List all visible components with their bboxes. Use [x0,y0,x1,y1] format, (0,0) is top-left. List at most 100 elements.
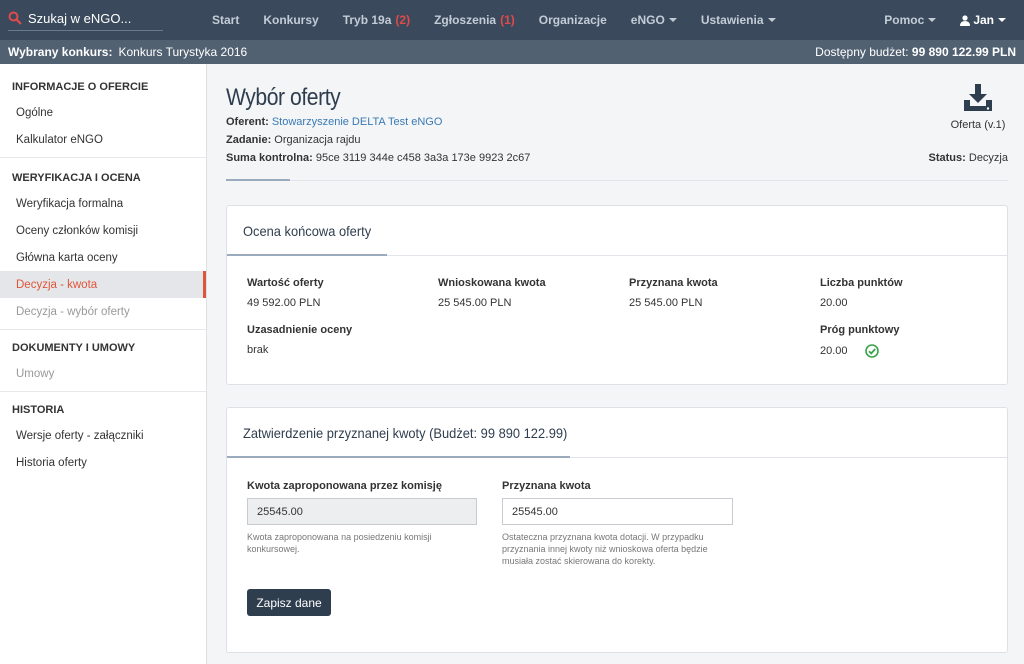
nav-count-badge: (2) [395,13,411,27]
main-content: Wybór oferty Oferent: Stowarzyszenie DEL… [207,64,1024,664]
nav-zgloszenia[interactable]: Zgłoszenia (1) [422,0,527,40]
points-value: 20.00 [820,297,848,309]
granted-amount-input[interactable] [502,498,733,525]
justification-label: Uzasadnienie oceny [247,324,353,336]
budget-info: Dostępny budżet: 99 890 122.99 PLN [815,45,1016,59]
nav-konkursy[interactable]: Konkursy [251,0,330,40]
zadanie-value: Organizacja rajdu [274,134,361,146]
budget-label: Dostępny budżet: [815,45,909,59]
sidebar-item-glowna-karta[interactable]: Główna karta oceny [0,244,206,271]
user-menu[interactable]: Jan [948,0,1018,40]
sidebar-item-oceny-czlonkow[interactable]: Oceny członków komisji [0,217,206,244]
oferent-link[interactable]: Stowarzyszenie DELTA Test eNGO [272,116,443,128]
main-nav: Start Konkursy Tryb 19a (2) Zgłoszenia (1)… [200,0,788,40]
requested-value: 25 545.00 PLN [438,297,512,309]
proposed-help: Kwota zaproponowana na posiedzeniu komis… [247,532,432,554]
offer-value-label: Wartość oferty [247,277,324,289]
offer-value: 49 592.00 PLN [247,297,321,309]
proposed-amount-group: Kwota zaproponowana przez komisję Kwota … [247,480,479,555]
nav-label: Organizacje [538,13,607,27]
checksum-row: Suma kontrolna: 95ce 3119 344e c458 3a3a… [226,152,530,164]
checksum-value: 95ce 3119 344e c458 3a3a 173e 9923 2c67 [315,152,531,164]
threshold-value: 20.00 [820,344,848,357]
nav-label: Zgłoszenia [434,13,497,27]
checksum-label: Suma kontrolna: [226,152,313,164]
panel-title-text: Zatwierdzenie przyznanej kwoty (Budżet: … [243,424,568,441]
proposed-amount-input[interactable] [247,498,477,525]
granted-help: Ostateczna przyznana kwota dotacji. W pr… [502,532,708,566]
proposed-label: Kwota zaproponowana przez komisję [247,480,442,492]
user-icon [960,14,971,26]
sidebar-section-title: HISTORIA [12,404,65,416]
header-accent [226,179,290,181]
sidebar-section-title: DOKUMENTY I UMOWY [12,342,136,354]
caret-down-icon [998,18,1006,22]
caret-down-icon [767,18,776,22]
threshold-row: 20.00 [820,344,899,358]
nav-label: Ustawienia [700,13,764,27]
zadanie-row: Zadanie: Organizacja rajdu [226,134,361,146]
granted-value: 25 545.00 PLN [629,297,703,309]
contest-value: Konkurs Turystyka 2016 [118,45,248,59]
nav-label: Konkursy [263,13,319,27]
approval-title: Zatwierdzenie przyznanej kwoty (Budżet: … [227,408,1007,458]
nav-tryb-19a[interactable]: Tryb 19a (2) [331,0,422,40]
oferent-row: Oferent: Stowarzyszenie DELTA Test eNGO [226,116,442,128]
user-name: Jan [973,13,994,27]
granted-label: Przyznana kwota [629,277,718,289]
nav-ustawienia-dropdown[interactable]: Ustawienia [689,0,788,40]
zadanie-label: Zadanie: [226,134,272,146]
sidebar-item-kalkulator[interactable]: Kalkulator eNGO [0,126,206,153]
save-button[interactable]: Zapisz dane [247,589,331,616]
nav-label: Start [212,13,240,27]
approval-panel: Zatwierdzenie przyznanej kwoty (Budżet: … [226,407,1008,653]
evaluation-title: Ocena końcowa oferty [227,206,1007,256]
search-input[interactable] [28,10,158,26]
nav-engo-dropdown[interactable]: eNGO [619,0,689,40]
sidebar-section-title: INFORMACJE O OFERCIE [12,81,149,93]
download-offer-button[interactable]: Oferta (v.1) [948,84,1008,131]
nav-organizacje[interactable]: Organizacje [527,0,619,40]
panel-title-text: Ocena końcowa oferty [243,222,372,239]
sidebar-item-decyzja-kwota[interactable]: Decyzja - kwota [0,271,206,298]
threshold-label: Próg punktowy [820,324,900,336]
sidebar-item-ogolne[interactable]: Ogólne [0,99,206,126]
download-label: Oferta (v.1) [950,119,1006,131]
status-row: Status: Decyzja [929,152,1008,164]
download-icon [964,84,992,111]
granted-input-label: Przyznana kwota [502,480,591,492]
offer-header: Wybór oferty Oferent: Stowarzyszenie DEL… [226,64,1008,181]
nav-start[interactable]: Start [200,0,251,40]
sidebar-item-historia-oferty[interactable]: Historia oferty [0,449,206,476]
context-bar: Wybrany konkurs: Konkurs Turystyka 2016 … [0,40,1024,64]
header-divider [226,180,1008,181]
granted-amount-cell: Przyznana kwota 25 545.00 PLN [629,277,718,309]
status-value: Decyzja [968,152,1008,164]
requested-amount-cell: Wnioskowana kwota 25 545.00 PLN [438,277,546,309]
contest-label: Wybrany konkurs: [8,45,113,59]
offer-value-cell: Wartość oferty 49 592.00 PLN [247,277,324,309]
help-label: Pomoc [884,13,925,27]
caret-down-icon [928,18,937,22]
oferent-label: Oferent: [226,116,269,128]
sidebar-item-weryfikacja-formalna[interactable]: Weryfikacja formalna [0,190,206,217]
top-navbar: Start Konkursy Tryb 19a(2) Zgłoszenia(1)… [0,0,1024,40]
sidebar-item-wersje-oferty[interactable]: Wersje oferty - załączniki [0,422,206,449]
check-circle-icon [864,344,879,358]
page-title: Wybór oferty [226,84,341,111]
threshold-cell: Próg punktowy 20.00 [820,324,899,358]
search-box[interactable] [8,6,163,31]
budget-value: 99 890 122.99 PLN [911,45,1016,59]
sidebar: INFORMACJE O OFERCIE Ogólne Kalkulator e… [0,64,207,664]
nav-right: Pomoc Jan [872,0,1018,40]
search-icon [8,11,22,25]
nav-count-badge: (1) [500,13,515,27]
sidebar-item-decyzja-wybor[interactable]: Decyzja - wybór oferty [0,298,206,325]
requested-label: Wnioskowana kwota [438,277,546,289]
justification-cell: Uzasadnienie oceny brak [247,324,352,356]
nav-label: eNGO [630,13,665,27]
sidebar-item-umowy[interactable]: Umowy [0,360,206,387]
help-dropdown[interactable]: Pomoc [872,0,948,40]
caret-down-icon [668,18,677,22]
granted-amount-group: Przyznana kwota Ostateczna przyznana kwo… [502,480,734,567]
